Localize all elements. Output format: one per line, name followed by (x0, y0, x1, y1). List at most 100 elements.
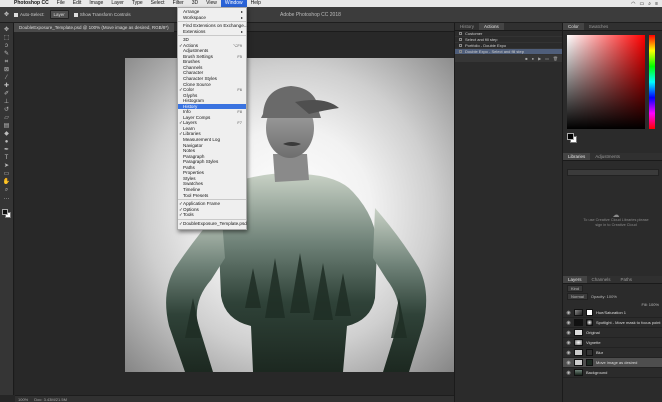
path-select-tool-icon[interactable]: ➤ (2, 163, 12, 170)
eyedropper-tool-icon[interactable]: ⁄ (2, 75, 12, 82)
blend-mode-dropdown[interactable]: Normal (567, 292, 588, 300)
menu-select[interactable]: Select (147, 0, 169, 7)
auto-select-checkbox[interactable]: Auto-Select: (14, 12, 45, 17)
tab-actions[interactable]: Actions (479, 23, 504, 30)
layer-row[interactable]: ◉ Vignette (563, 338, 662, 348)
app-name-menu[interactable]: Photoshop CC (10, 0, 53, 7)
fill-field[interactable]: Fill: 100% (641, 302, 659, 307)
tab-channels[interactable]: Channels (587, 276, 616, 283)
tab-paths[interactable]: Paths (616, 276, 638, 283)
frame-tool-icon[interactable]: ⊠ (2, 67, 12, 74)
menu-image[interactable]: Image (85, 0, 107, 7)
menu-item-tools[interactable]: ✓ Tools (178, 212, 246, 218)
clone-stamp-tool-icon[interactable]: ⊥ (2, 99, 12, 106)
trash-icon[interactable]: 🗑 (553, 56, 558, 61)
layer-thumbnail (574, 369, 583, 376)
menu-layer[interactable]: Layer (107, 0, 128, 7)
document-canvas[interactable] (125, 58, 454, 372)
zoom-level[interactable]: 100% (18, 397, 28, 402)
menu-item-tool-presets[interactable]: Tool Presets (178, 193, 246, 199)
menu-view[interactable]: View (202, 0, 221, 7)
pen-tool-icon[interactable]: ✒ (2, 147, 12, 154)
toggle-checkbox[interactable] (459, 32, 462, 35)
menu-3d[interactable]: 3D (188, 0, 202, 7)
crop-tool-icon[interactable]: ⌗ (2, 59, 12, 66)
visibility-eye-icon[interactable]: ◉ (566, 370, 571, 376)
visibility-eye-icon[interactable]: ◉ (566, 320, 571, 326)
blur-tool-icon[interactable]: ◆ (2, 131, 12, 138)
menu-item-label: Histogram (183, 98, 204, 104)
dodge-tool-icon[interactable]: ● (2, 139, 12, 146)
gradient-tool-icon[interactable]: ▤ (2, 123, 12, 130)
layer-row[interactable]: ◉ Background (563, 368, 662, 378)
menu-item-label: History (183, 103, 198, 109)
toggle-checkbox[interactable] (459, 38, 462, 41)
color-picker-field[interactable] (567, 35, 645, 129)
more-tools-icon[interactable]: … (2, 195, 12, 202)
kind-filter-dropdown[interactable]: Kind (567, 284, 584, 292)
rectangle-tool-icon[interactable]: ▭ (2, 171, 12, 178)
record-icon[interactable]: ● (532, 56, 534, 61)
menu-item-extensions[interactable]: Extensions ▸ (178, 29, 246, 35)
quick-select-tool-icon[interactable]: ✎ (2, 51, 12, 58)
visibility-eye-icon[interactable]: ◉ (566, 310, 571, 316)
toggle-checkbox[interactable] (459, 50, 462, 53)
menu-item-label: Color (183, 87, 194, 93)
tab-history[interactable]: History (455, 23, 479, 30)
layer-row[interactable]: ◉ Spotlight - Move mask to focus point (563, 318, 662, 328)
menu-window[interactable]: Window (220, 0, 247, 7)
brush-tool-icon[interactable]: ✐ (2, 91, 12, 98)
foreground-color-swatch[interactable] (1, 209, 8, 215)
visibility-eye-icon[interactable]: ◉ (566, 360, 571, 366)
menu-type[interactable]: Type (128, 0, 147, 7)
layer-row[interactable]: ◉ Move image as desired (563, 358, 662, 368)
move-tool-icon[interactable]: ✥ (4, 11, 9, 18)
search-icon[interactable]: ⌕ (648, 1, 651, 7)
tab-color[interactable]: Color (563, 23, 584, 30)
lasso-tool-icon[interactable]: ↄ (2, 43, 12, 50)
menu-separator (178, 21, 246, 23)
toggle-checkbox[interactable] (459, 44, 462, 47)
battery-icon[interactable]: ▭ (640, 1, 645, 7)
visibility-eye-icon[interactable]: ◉ (566, 340, 571, 346)
tab-libraries[interactable]: Libraries (563, 153, 591, 160)
stop-icon[interactable]: ■ (525, 56, 527, 61)
menu-help[interactable]: Help (247, 0, 265, 7)
eraser-tool-icon[interactable]: ▱ (2, 115, 12, 122)
menu-edit[interactable]: Edit (69, 0, 86, 7)
menu-item-workspace[interactable]: Workspace ▸ (178, 15, 246, 21)
move-tool-icon[interactable]: ✥ (2, 27, 12, 34)
foreground-color-swatch[interactable] (567, 133, 574, 140)
mac-menu-bar: Photoshop CC File Edit Image Layer Type … (0, 0, 662, 7)
zoom-tool-icon[interactable]: ⌕ (2, 187, 12, 194)
foreground-background-swatches[interactable] (1, 208, 13, 220)
tab-layers[interactable]: Layers (563, 276, 587, 283)
tab-adjustments[interactable]: Adjustments (590, 153, 625, 160)
auto-select-dropdown[interactable]: Layer (49, 10, 69, 19)
layer-row[interactable]: ◉ Original (563, 328, 662, 338)
history-brush-tool-icon[interactable]: ↺ (2, 107, 12, 114)
visibility-eye-icon[interactable]: ◉ (566, 350, 571, 356)
show-transform-controls-checkbox[interactable]: Show Transform Controls (73, 12, 131, 17)
menu-file[interactable]: File (53, 0, 69, 7)
layer-row[interactable]: ◉ Blur (563, 348, 662, 358)
menu-item-label: Brush Settings (183, 53, 213, 59)
opacity-field[interactable]: Opacity: 100% (591, 294, 617, 299)
visibility-eye-icon[interactable]: ◉ (566, 330, 571, 336)
wifi-icon[interactable]: ◠ (631, 1, 635, 7)
notifications-icon[interactable]: ≡ (655, 1, 658, 7)
new-set-icon[interactable]: ▭ (545, 56, 549, 61)
menu-filter[interactable]: Filter (169, 0, 188, 7)
healing-brush-tool-icon[interactable]: ✚ (2, 83, 12, 90)
menu-item-doubleexposure-template-psd[interactable]: ✓ DoubleExposure_Template.psd (178, 221, 247, 227)
hand-tool-icon[interactable]: ✋ (2, 179, 12, 186)
type-tool-icon[interactable]: T (2, 155, 12, 162)
color-panel-swatches[interactable] (567, 133, 577, 143)
play-icon[interactable]: ▶ (538, 56, 541, 61)
library-dropdown[interactable] (567, 169, 659, 176)
tab-swatches[interactable]: Swatches (584, 23, 614, 30)
layer-row[interactable]: ◉ Hue/Saturation 1 (563, 308, 662, 318)
hue-slider[interactable] (649, 35, 655, 129)
document-tab[interactable]: DoubleExposure_Template.psd @ 100% (Move… (14, 23, 174, 32)
marquee-tool-icon[interactable]: ⬚ (2, 35, 12, 42)
